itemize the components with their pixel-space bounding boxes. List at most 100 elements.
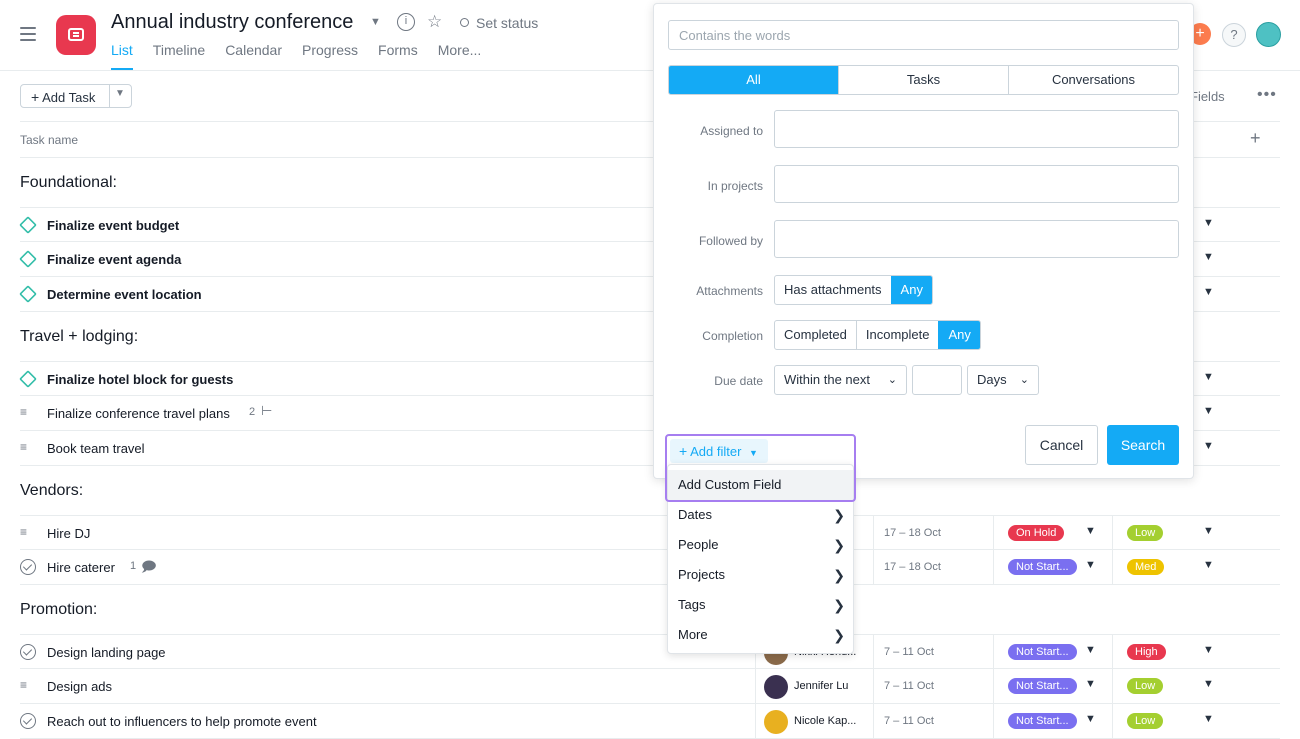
attachments-any-option[interactable]: Any bbox=[890, 276, 932, 304]
chevron-down-icon[interactable]: ▼ bbox=[1203, 405, 1214, 417]
section-header[interactable]: Vendors: bbox=[20, 482, 83, 500]
tab-forms[interactable]: Forms bbox=[378, 42, 418, 70]
fields-button[interactable]: Fields bbox=[1190, 89, 1225, 104]
status-badge[interactable]: Not Start... bbox=[1008, 559, 1077, 575]
milestone-icon[interactable] bbox=[19, 216, 37, 234]
chevron-down-icon[interactable]: ▼ bbox=[1085, 713, 1096, 725]
chevron-down-icon[interactable]: ▼ bbox=[1203, 559, 1214, 571]
table-row[interactable]: Hire caterer 1 🗩 17 – 18 Oct Not Start..… bbox=[20, 550, 1280, 585]
status-badge[interactable]: Not Start... bbox=[1008, 713, 1077, 729]
comment-icon[interactable]: 🗩 bbox=[141, 556, 157, 580]
chevron-down-icon[interactable]: ▼ bbox=[1203, 371, 1214, 383]
chevron-down-icon[interactable]: ▼ bbox=[1203, 217, 1214, 229]
section-header[interactable]: Promotion: bbox=[20, 601, 97, 619]
milestone-icon[interactable] bbox=[19, 285, 37, 303]
menu-item-tags[interactable]: Tags ❯ bbox=[668, 590, 853, 620]
task-name[interactable]: Book team travel bbox=[47, 441, 145, 456]
task-name[interactable]: Hire DJ bbox=[47, 526, 90, 541]
complete-check-icon[interactable] bbox=[20, 559, 36, 575]
add-filter-button[interactable]: + Add filter ▼ bbox=[670, 439, 768, 463]
table-row[interactable]: ≡ Design ads Jennifer Lu 7 – 11 Oct Not … bbox=[20, 669, 1280, 704]
milestone-icon[interactable] bbox=[19, 250, 37, 268]
chevron-down-icon[interactable]: ▼ bbox=[1085, 525, 1096, 537]
chevron-down-icon[interactable]: ▼ bbox=[1203, 678, 1214, 690]
task-name[interactable]: Determine event location bbox=[47, 287, 202, 302]
chevron-down-icon[interactable]: ▼ bbox=[1085, 644, 1096, 656]
section-header[interactable]: Foundational: bbox=[20, 174, 117, 192]
due-unit-select[interactable]: Days ⌄ bbox=[967, 365, 1039, 395]
tab-calendar[interactable]: Calendar bbox=[225, 42, 282, 70]
priority-badge[interactable]: High bbox=[1127, 644, 1166, 660]
hamburger-menu-icon[interactable] bbox=[20, 27, 36, 41]
assignee-cell[interactable]: Nicole Kap... bbox=[755, 710, 873, 734]
followed-by-field[interactable] bbox=[774, 220, 1179, 258]
section-header[interactable]: Travel + lodging: bbox=[20, 328, 138, 346]
add-column-plus-icon[interactable]: + bbox=[1250, 128, 1261, 149]
scope-all[interactable]: All bbox=[669, 66, 838, 94]
set-status-button[interactable]: Set status bbox=[476, 15, 538, 31]
task-name[interactable]: Design ads bbox=[47, 679, 112, 694]
help-button[interactable]: ? bbox=[1222, 23, 1246, 47]
due-range-select[interactable]: Within the next ⌄ bbox=[774, 365, 907, 395]
chevron-down-icon[interactable]: ▼ bbox=[1085, 559, 1096, 571]
tab-timeline[interactable]: Timeline bbox=[153, 42, 205, 70]
priority-badge[interactable]: Med bbox=[1127, 559, 1165, 575]
table-row[interactable]: ≡ Hire DJ 17 – 18 Oct On Hold ▼ Low ▼ bbox=[20, 515, 1280, 550]
cancel-button[interactable]: Cancel bbox=[1025, 425, 1098, 465]
subtasks-icon[interactable]: ≡ bbox=[20, 677, 36, 693]
task-name[interactable]: Hire caterer bbox=[47, 560, 115, 575]
due-date[interactable]: 17 – 18 Oct bbox=[884, 527, 941, 539]
complete-check-icon[interactable] bbox=[20, 713, 36, 729]
task-name[interactable]: Reach out to influencers to help promote… bbox=[47, 714, 317, 729]
table-row[interactable]: Design landing page Nikki Hend... 7 – 11… bbox=[20, 634, 1280, 669]
due-date[interactable]: 7 – 11 Oct bbox=[884, 680, 934, 692]
menu-item-projects[interactable]: Projects ❯ bbox=[668, 560, 853, 590]
tab-more[interactable]: More... bbox=[438, 42, 482, 70]
assignee-cell[interactable]: Jennifer Lu bbox=[755, 675, 873, 699]
milestone-icon[interactable] bbox=[19, 370, 37, 388]
scope-tasks[interactable]: Tasks bbox=[838, 66, 1008, 94]
chevron-down-icon[interactable]: ▼ bbox=[1203, 713, 1214, 725]
chevron-down-icon[interactable]: ▼ bbox=[1203, 525, 1214, 537]
subtasks-icon[interactable]: ≡ bbox=[20, 439, 36, 455]
add-task-button[interactable]: + Add Task ▼ bbox=[20, 84, 132, 108]
status-badge[interactable]: Not Start... bbox=[1008, 678, 1077, 694]
status-badge[interactable]: Not Start... bbox=[1008, 644, 1077, 660]
scope-conversations[interactable]: Conversations bbox=[1008, 66, 1178, 94]
tab-progress[interactable]: Progress bbox=[302, 42, 358, 70]
menu-item-add-custom-field[interactable]: Add Custom Field bbox=[668, 470, 853, 500]
due-count-input[interactable] bbox=[912, 365, 962, 395]
due-date[interactable]: 17 – 18 Oct bbox=[884, 561, 941, 573]
subtask-branch-icon[interactable]: ⊢ bbox=[261, 403, 272, 419]
task-name[interactable]: Finalize conference travel plans bbox=[47, 406, 230, 421]
search-words-field[interactable] bbox=[668, 20, 1179, 50]
due-date[interactable]: 7 – 11 Oct bbox=[884, 715, 934, 727]
chevron-down-icon[interactable]: ▼ bbox=[115, 88, 125, 99]
priority-badge[interactable]: Low bbox=[1127, 525, 1164, 541]
due-date[interactable]: 7 – 11 Oct bbox=[884, 646, 934, 658]
priority-badge[interactable]: Low bbox=[1127, 713, 1164, 729]
star-icon[interactable]: ☆ bbox=[427, 12, 442, 32]
task-name[interactable]: Finalize event agenda bbox=[47, 252, 181, 267]
priority-badge[interactable]: Low bbox=[1127, 678, 1164, 694]
incomplete-option[interactable]: Incomplete bbox=[855, 321, 939, 349]
task-name[interactable]: Design landing page bbox=[47, 645, 166, 660]
assigned-to-field[interactable] bbox=[774, 110, 1179, 148]
menu-item-dates[interactable]: Dates ❯ bbox=[668, 500, 853, 530]
completed-option[interactable]: Completed bbox=[775, 321, 856, 349]
chevron-down-icon[interactable]: ▼ bbox=[1203, 440, 1214, 452]
info-icon[interactable]: i bbox=[397, 13, 415, 31]
complete-check-icon[interactable] bbox=[20, 644, 36, 660]
has-attachments-option[interactable]: Has attachments bbox=[775, 276, 891, 304]
chevron-down-icon[interactable]: ▼ bbox=[1203, 286, 1214, 298]
chevron-down-icon[interactable]: ▼ bbox=[1085, 678, 1096, 690]
subtasks-icon[interactable]: ≡ bbox=[20, 404, 36, 420]
search-words-input[interactable] bbox=[669, 21, 1178, 49]
tab-list[interactable]: List bbox=[111, 42, 133, 70]
chevron-down-icon[interactable]: ▼ bbox=[370, 16, 381, 28]
completion-any-option[interactable]: Any bbox=[938, 321, 980, 349]
subtasks-icon[interactable]: ≡ bbox=[20, 524, 36, 540]
table-row[interactable]: Reach out to influencers to help promote… bbox=[20, 704, 1280, 739]
more-options-icon[interactable]: ••• bbox=[1257, 86, 1277, 104]
task-name[interactable]: Finalize event budget bbox=[47, 218, 179, 233]
